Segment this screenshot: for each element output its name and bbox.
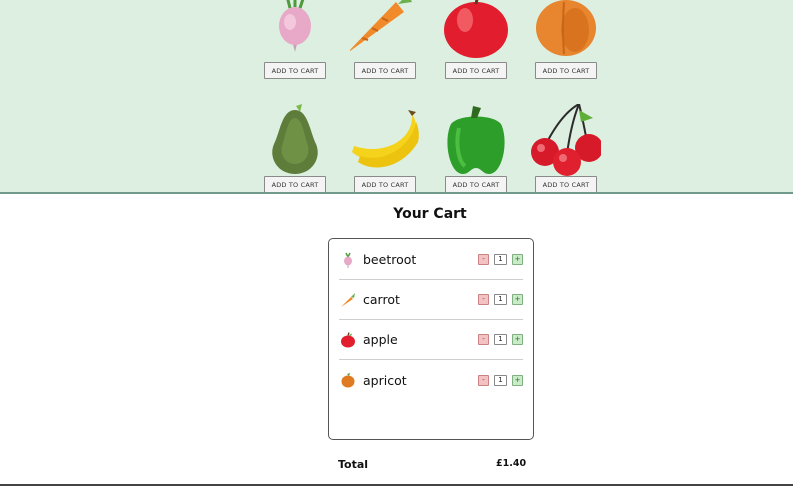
beetroot-icon xyxy=(339,251,357,269)
quantity-field[interactable]: 1 xyxy=(494,374,507,386)
increase-button[interactable]: + xyxy=(512,294,523,305)
quantity-field[interactable]: 1 xyxy=(494,334,507,345)
cart-title: Your Cart xyxy=(393,206,467,222)
decrease-button[interactable]: - xyxy=(478,334,489,345)
cart-item-carrot: carrot - 1 + xyxy=(339,280,523,320)
decrease-button[interactable]: - xyxy=(478,294,489,305)
avocado-image xyxy=(260,104,330,176)
add-to-cart-button[interactable]: ADD TO CART xyxy=(535,176,597,192)
banana-image xyxy=(350,104,420,176)
add-to-cart-button[interactable]: ADD TO CART xyxy=(354,62,416,79)
add-to-cart-button[interactable]: ADD TO CART xyxy=(445,62,507,79)
carrot-icon xyxy=(339,291,357,309)
bottom-divider xyxy=(0,484,793,486)
product-apricot: ADD TO CART xyxy=(531,0,601,79)
total-value: £1.40 xyxy=(496,458,527,469)
cart-item-label: apple xyxy=(363,332,398,347)
add-to-cart-button[interactable]: ADD TO CART xyxy=(535,62,597,79)
product-cherries: ADD TO CART xyxy=(531,103,603,192)
cart-item-apple: apple - 1 + xyxy=(339,320,523,360)
decrease-button[interactable]: - xyxy=(478,254,489,265)
carrot-image xyxy=(346,0,420,62)
apricot-icon xyxy=(339,371,357,389)
product-carrot: ADD TO CART xyxy=(346,0,420,79)
cart-item-label: apricot xyxy=(363,372,407,388)
apricot-image xyxy=(531,0,601,62)
pepper-image xyxy=(441,104,511,176)
cherries-image xyxy=(531,103,603,176)
cart-item-label: carrot xyxy=(363,292,400,307)
total-label: Total xyxy=(338,458,369,471)
product-banana: ADD TO CART xyxy=(350,104,420,192)
cart-box: beetroot - 1 + carrot - 1 + apple - 1 + … xyxy=(328,238,534,440)
increase-button[interactable]: + xyxy=(512,374,523,386)
increase-button[interactable]: + xyxy=(512,254,523,265)
beetroot-image xyxy=(260,0,330,62)
increase-button[interactable]: + xyxy=(512,334,523,345)
quantity-field[interactable]: 1 xyxy=(494,294,507,305)
product-grid: ADD TO CART ADD TO CART ADD TO CART ADD … xyxy=(0,0,793,194)
quantity-field[interactable]: 1 xyxy=(494,254,507,265)
decrease-button[interactable]: - xyxy=(478,374,489,386)
add-to-cart-button[interactable]: ADD TO CART xyxy=(354,176,416,192)
product-pepper: ADD TO CART xyxy=(441,104,511,192)
add-to-cart-button[interactable]: ADD TO CART xyxy=(264,62,326,79)
apple-icon xyxy=(339,331,357,349)
product-avocado: ADD TO CART xyxy=(260,104,330,192)
cart-item-label: beetroot xyxy=(363,252,417,267)
product-apple: ADD TO CART xyxy=(441,0,511,79)
add-to-cart-button[interactable]: ADD TO CART xyxy=(264,176,326,192)
product-beetroot: ADD TO CART xyxy=(260,0,330,79)
cart-item-apricot: apricot - 1 + xyxy=(339,360,523,400)
cart-item-beetroot: beetroot - 1 + xyxy=(339,240,523,280)
apple-image xyxy=(441,0,511,62)
add-to-cart-button[interactable]: ADD TO CART xyxy=(445,176,507,192)
